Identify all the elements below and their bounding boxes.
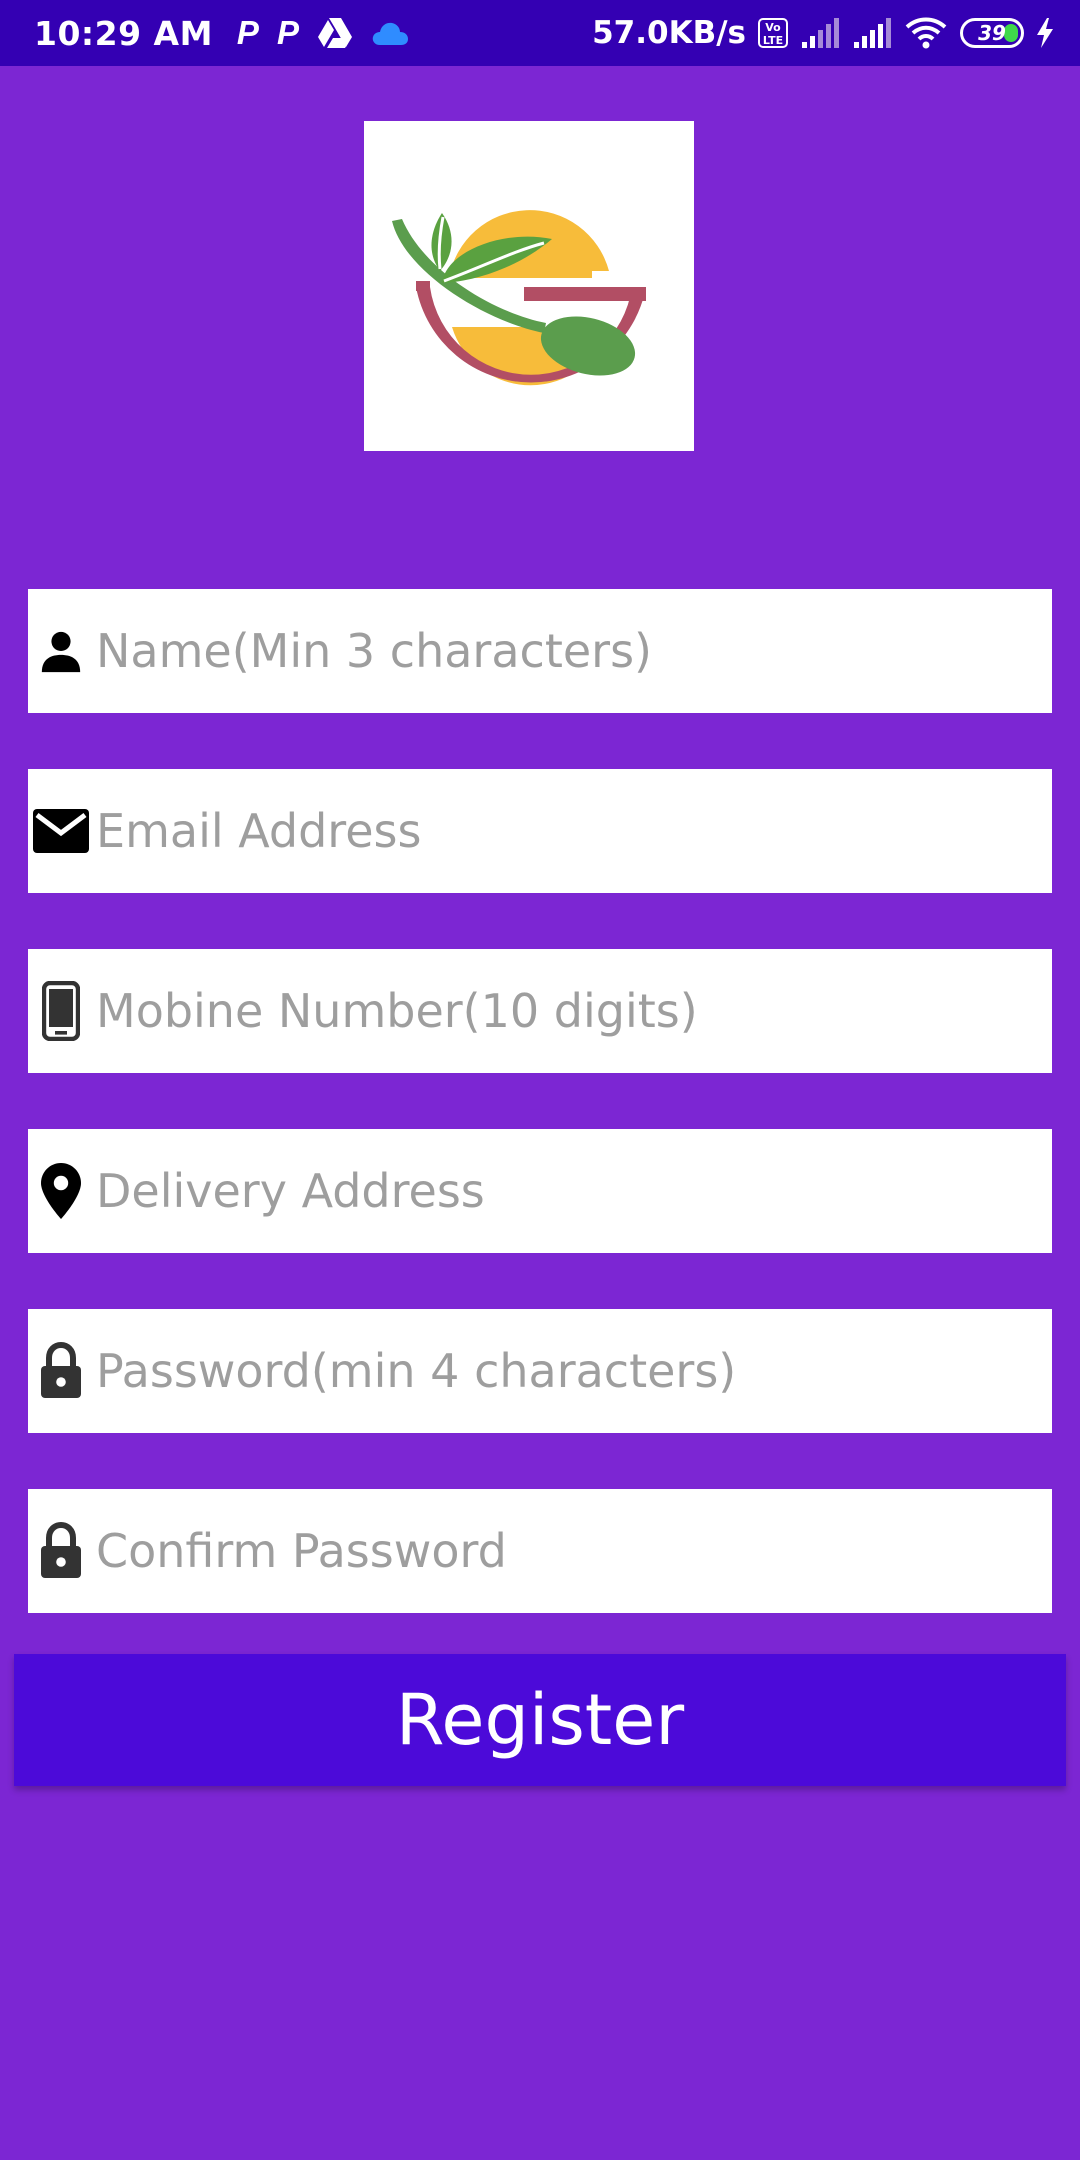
status-time: 10:29 AM: [34, 13, 213, 53]
drive-icon: [317, 13, 353, 53]
battery-fill: [1004, 24, 1018, 42]
charging-icon: [1036, 13, 1054, 53]
volte-icon: Vo LTE: [758, 18, 788, 48]
cloud-icon: [371, 13, 409, 53]
email-field[interactable]: [28, 769, 1052, 893]
network-speed: 57.0KB/s: [592, 15, 746, 51]
status-right: 57.0KB/s Vo LTE 39: [592, 0, 1054, 66]
confirm-password-field[interactable]: [28, 1489, 1052, 1613]
lock-icon: [29, 1309, 93, 1433]
register-button[interactable]: Register: [14, 1654, 1066, 1786]
signal-icon: [800, 13, 840, 53]
email-input[interactable]: [93, 769, 1052, 893]
password-field[interactable]: [28, 1309, 1052, 1433]
name-input[interactable]: [93, 589, 1052, 713]
battery-level: 39: [978, 21, 1006, 45]
password-input[interactable]: [93, 1309, 1052, 1433]
p-app-icon: P: [276, 14, 299, 51]
email-icon: [29, 769, 93, 893]
lock-icon: [29, 1489, 93, 1613]
status-left: 10:29 AM P P: [34, 0, 409, 66]
signal-icon: [852, 13, 892, 53]
confirm-password-input[interactable]: [93, 1489, 1052, 1613]
mobile-number-input[interactable]: [93, 949, 1052, 1073]
p-app-icon: P: [236, 14, 259, 51]
status-bar: 10:29 AM P P 57.0KB/s Vo LTE 39: [0, 0, 1080, 66]
name-field[interactable]: [28, 589, 1052, 713]
battery-icon: 39: [960, 18, 1024, 48]
app-logo: [364, 121, 694, 451]
phone-icon: [29, 949, 93, 1073]
person-icon: [29, 589, 93, 713]
delivery-address-field[interactable]: [28, 1129, 1052, 1253]
mobile-number-field[interactable]: [28, 949, 1052, 1073]
location-pin-icon: [29, 1129, 93, 1253]
logo-graphic: [392, 210, 646, 386]
delivery-address-input[interactable]: [93, 1129, 1052, 1253]
wifi-icon: [904, 13, 948, 53]
